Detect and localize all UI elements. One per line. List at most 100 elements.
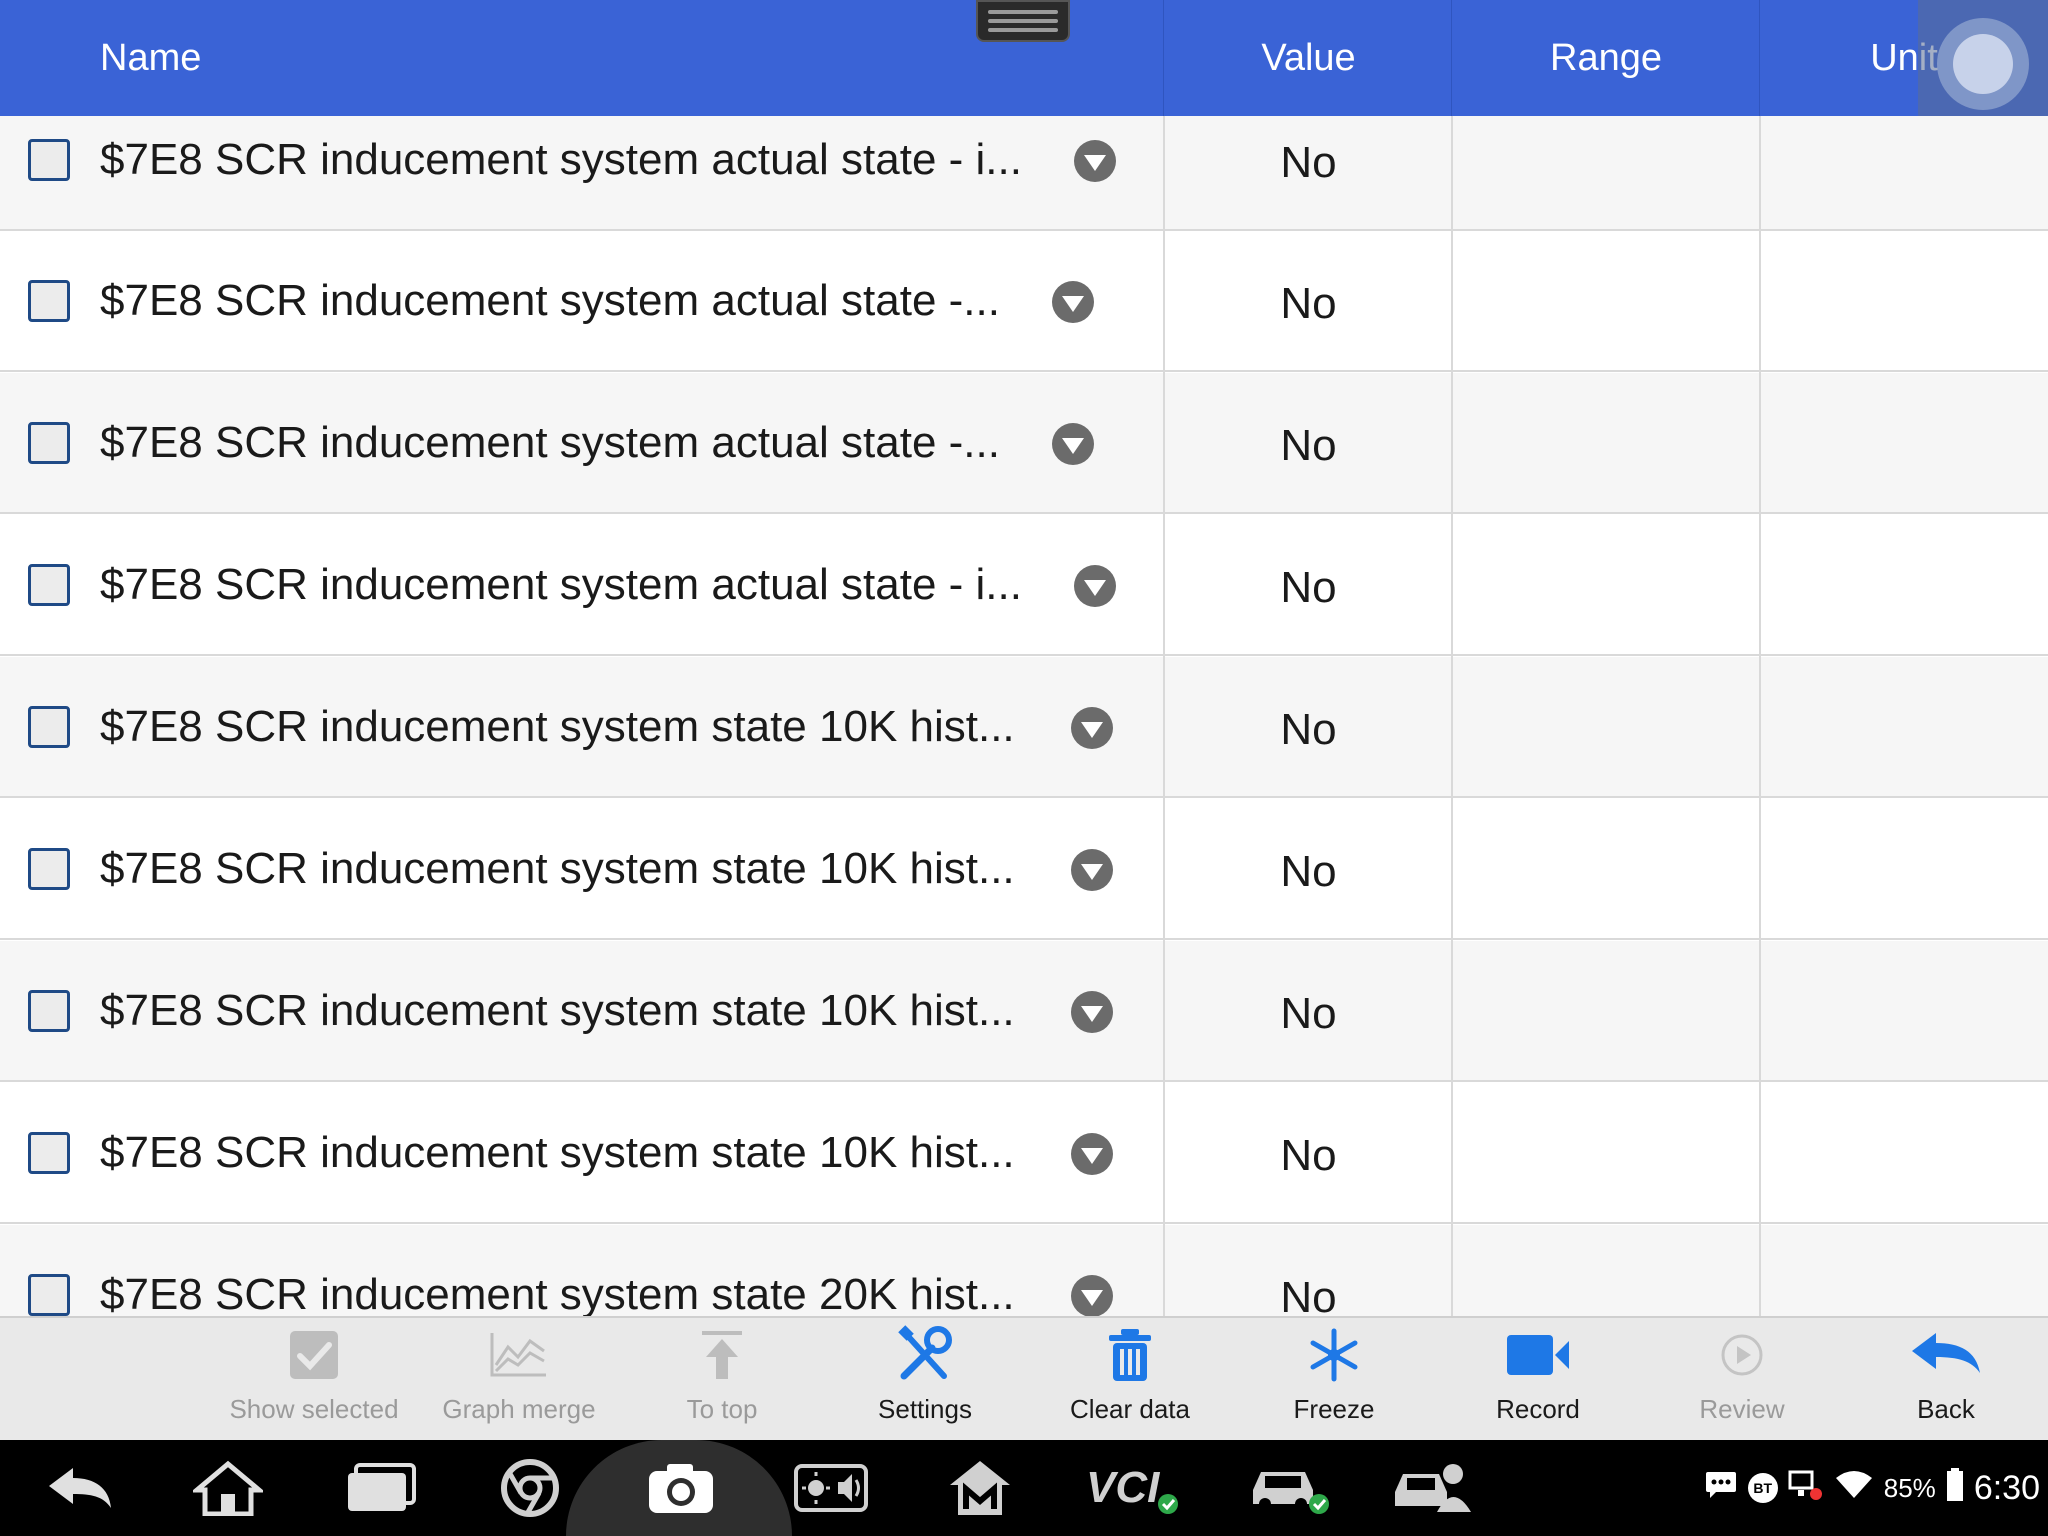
checkbox-icon [288,1318,340,1392]
record-button[interactable]: Record [1436,1318,1640,1442]
back-label: Back [1917,1394,1975,1424]
network-disconnected-icon [1788,1468,1824,1509]
to-top-label: To top [686,1394,758,1424]
data-stream-table[interactable]: $7E8 SCR inducement system actual state … [0,116,2048,1316]
expand-dropdown-icon[interactable] [1071,707,1113,749]
tools-wrench-screwdriver-icon [894,1318,956,1392]
vehicle-connected-icon[interactable] [1240,1440,1340,1536]
expand-dropdown-icon[interactable] [1052,423,1094,465]
trash-icon [1107,1318,1153,1392]
table-row[interactable]: $7E8 SCR inducement system state 20K his… [0,1225,2048,1316]
table-row[interactable]: $7E8 SCR inducement system actual state … [0,116,2048,231]
vehicle-technician-icon[interactable] [1384,1440,1484,1536]
arrow-up-to-top-icon [700,1318,744,1392]
clear-data-button[interactable]: Clear data [1028,1318,1232,1442]
row-value: No [1280,563,1337,612]
row-name: $7E8 SCR inducement system actual state … [100,135,1022,184]
expand-dropdown-icon[interactable] [1071,1275,1113,1316]
show-selected-label: Show selected [229,1394,399,1424]
expand-dropdown-icon[interactable] [1052,281,1094,323]
status-bar: BT 85% 6:30 [1704,1440,2040,1536]
assist-circle-icon [1937,18,2029,110]
column-divider [1759,116,1761,1316]
row-checkbox[interactable] [28,564,70,606]
nav-recent-apps-icon[interactable] [336,1440,426,1536]
back-button[interactable]: Back [1844,1318,2048,1442]
bottom-toolbar: Show selected Graph merge To top Setting… [0,1316,2048,1440]
row-checkbox[interactable] [28,1132,70,1174]
review-label: Review [1699,1394,1785,1424]
freeze-button[interactable]: Freeze [1232,1318,1436,1442]
column-header-value[interactable]: Value [1165,0,1452,116]
vci-connected-icon[interactable]: VCI [1082,1440,1182,1536]
expand-dropdown-icon[interactable] [1071,849,1113,891]
column-header-range[interactable]: Range [1452,0,1760,116]
chrome-browser-icon[interactable] [490,1440,570,1536]
to-top-button[interactable]: To top [620,1318,824,1442]
row-value: No [1280,1273,1337,1316]
snowflake-icon [1307,1318,1361,1392]
row-checkbox[interactable] [28,280,70,322]
wifi-icon [1834,1470,1874,1507]
column-header-name[interactable]: Name [100,0,201,116]
row-checkbox[interactable] [28,990,70,1032]
screenshot-camera-icon[interactable] [636,1440,726,1536]
graph-merge-button[interactable]: Graph merge [417,1318,621,1442]
row-checkbox[interactable] [28,1274,70,1316]
expand-dropdown-icon[interactable] [1074,140,1116,182]
row-checkbox[interactable] [28,139,70,181]
row-name: $7E8 SCR inducement system state 10K his… [100,702,1015,751]
row-checkbox[interactable] [28,422,70,464]
table-row[interactable]: $7E8 SCR inducement system state 10K his… [0,799,2048,940]
row-name: $7E8 SCR inducement system state 10K his… [100,986,1015,1035]
nav-home-icon[interactable] [188,1440,268,1536]
row-name: $7E8 SCR inducement system actual state … [100,560,1022,609]
settings-button[interactable]: Settings [823,1318,1027,1442]
settings-label: Settings [878,1394,972,1424]
clear-data-label: Clear data [1070,1394,1190,1424]
row-name: $7E8 SCR inducement system actual state … [100,418,1000,467]
row-value: No [1280,421,1337,470]
row-value: No [1280,989,1337,1038]
expand-dropdown-icon[interactable] [1071,1133,1113,1175]
nav-back-icon[interactable] [40,1440,120,1536]
freeze-label: Freeze [1293,1394,1375,1424]
message-bubble-icon [1704,1470,1738,1507]
column-divider [1163,116,1165,1316]
expand-dropdown-icon[interactable] [1074,565,1116,607]
row-value: No [1280,705,1337,754]
show-selected-button[interactable]: Show selected [212,1318,416,1442]
video-camera-icon [1505,1318,1571,1392]
record-label: Record [1496,1394,1580,1424]
table-row[interactable]: $7E8 SCR inducement system state 10K his… [0,1083,2048,1224]
row-name: $7E8 SCR inducement system actual state … [100,276,1000,325]
clock: 6:30 [1973,1468,2040,1507]
graph-merge-icon [488,1318,550,1392]
header-divider [1163,0,1164,116]
table-row[interactable]: $7E8 SCR inducement system state 10K his… [0,941,2048,1082]
row-value: No [1280,847,1337,896]
row-name: $7E8 SCR inducement system state 20K his… [100,1270,1015,1316]
floating-assist-button[interactable] [1918,0,2048,128]
battery-percent: 85% [1883,1472,1936,1503]
pull-down-handle[interactable] [976,0,1070,42]
row-value: No [1280,138,1337,187]
row-value: No [1280,279,1337,328]
row-checkbox[interactable] [28,706,70,748]
table-row[interactable]: $7E8 SCR inducement system state 10K his… [0,657,2048,798]
maxifix-m-icon[interactable] [940,1440,1020,1536]
table-row[interactable]: $7E8 SCR inducement system actual state … [0,231,2048,372]
play-circle-icon [1720,1318,1764,1392]
brightness-volume-icon[interactable] [786,1440,876,1536]
svg-text:VCI: VCI [1086,1463,1160,1512]
row-name: $7E8 SCR inducement system state 10K his… [100,844,1015,893]
row-value: No [1280,1131,1337,1180]
graph-merge-label: Graph merge [442,1394,596,1424]
expand-dropdown-icon[interactable] [1071,991,1113,1033]
row-name: $7E8 SCR inducement system state 10K his… [100,1128,1015,1177]
review-button[interactable]: Review [1640,1318,1844,1442]
back-arrow-icon [1910,1318,1982,1392]
table-row[interactable]: $7E8 SCR inducement system actual state … [0,373,2048,514]
table-row[interactable]: $7E8 SCR inducement system actual state … [0,515,2048,656]
row-checkbox[interactable] [28,848,70,890]
